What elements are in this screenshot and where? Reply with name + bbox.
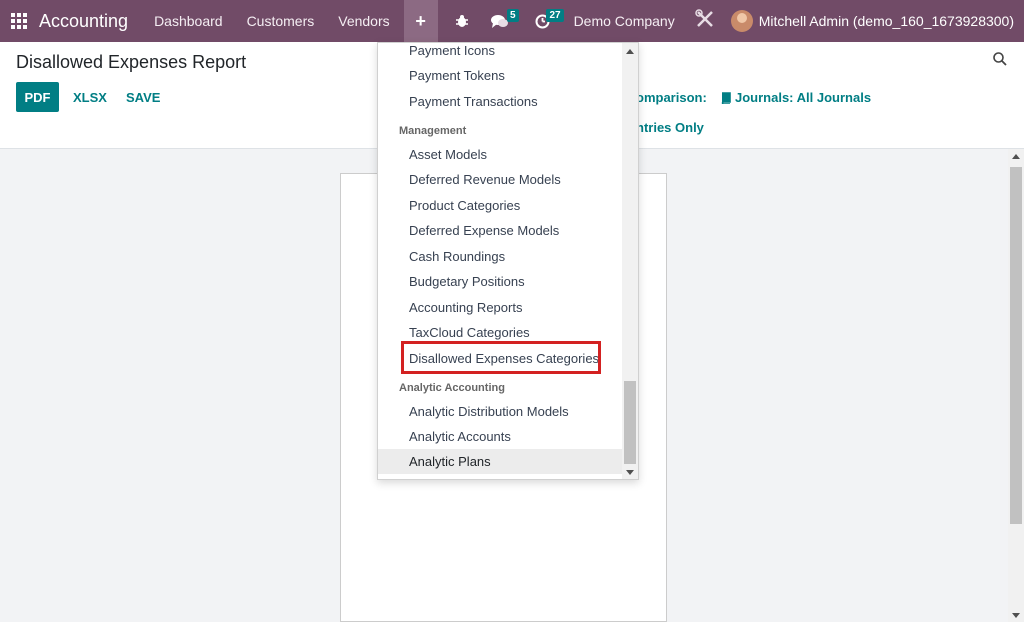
dropdown-scrollbar-thumb[interactable] [624, 381, 636, 464]
dropdown-item-budgetary-positions[interactable]: Budgetary Positions [378, 269, 622, 294]
scroll-down-arrow-icon[interactable] [1012, 613, 1020, 618]
dropdown-scrollbar[interactable] [622, 43, 638, 479]
debug-icon[interactable] [447, 0, 477, 42]
user-menu[interactable]: Mitchell Admin (demo_160_1673928300) [753, 13, 1024, 29]
scroll-up-arrow-icon[interactable] [1012, 154, 1020, 159]
dropdown-header-analytic-accounting: Analytic Accounting [399, 382, 505, 394]
pdf-button[interactable]: PDF [16, 82, 59, 112]
user-avatar[interactable] [730, 10, 753, 32]
comparison-filter[interactable]: omparison: [636, 90, 707, 105]
dropdown-header-management: Management [399, 125, 467, 137]
dropdown-item-asset-models[interactable]: Asset Models [378, 142, 622, 167]
page-title: Disallowed Expenses Report [16, 52, 247, 72]
journals-filter-label: Journals: All Journals [735, 90, 872, 105]
dropdown-item-accounting-reports[interactable]: Accounting Reports [378, 295, 622, 320]
menu-vendors[interactable]: Vendors [326, 0, 401, 42]
xlsx-button[interactable]: XLSX [73, 90, 107, 105]
apps-menu-icon[interactable] [11, 13, 27, 29]
activities-badge: 27 [546, 9, 564, 22]
dropdown-item-payment-icons[interactable]: Payment Icons [378, 43, 622, 63]
messages-badge: 5 [507, 9, 519, 22]
messages-icon[interactable]: 5 [483, 0, 519, 42]
menu-configuration-plus[interactable]: + [403, 0, 438, 42]
menu-dashboard[interactable]: Dashboard [142, 0, 235, 42]
entries-filter[interactable]: ntries Only [636, 120, 704, 135]
tools-icon[interactable] [685, 8, 725, 34]
dropdown-item-payment-tokens[interactable]: Payment Tokens [378, 63, 622, 88]
book-icon [721, 91, 731, 104]
company-switcher[interactable]: Demo Company [558, 13, 685, 29]
dropdown-scroll-down-icon[interactable] [626, 470, 634, 475]
dropdown-item-deferred-revenue-models[interactable]: Deferred Revenue Models [378, 167, 622, 192]
search-icon[interactable] [993, 52, 1007, 71]
dropdown-scroll-up-icon[interactable] [626, 49, 634, 54]
dropdown-item-deferred-expense-models[interactable]: Deferred Expense Models [378, 218, 622, 243]
highlight-annotation-box [401, 341, 601, 374]
journals-filter[interactable]: Journals: All Journals [720, 90, 871, 105]
navbar-systray: 5 27 Demo Company Mitchell Admin (demo_1… [447, 0, 1024, 42]
dropdown-item-analytic-plans[interactable]: Analytic Plans [378, 449, 622, 474]
dropdown-item-analytic-accounts[interactable]: Analytic Accounts [378, 424, 622, 449]
dropdown-item-analytic-distribution-models[interactable]: Analytic Distribution Models [378, 399, 622, 424]
dropdown-item-payment-transactions[interactable]: Payment Transactions [378, 89, 622, 114]
scrollbar-thumb[interactable] [1010, 167, 1022, 524]
app-name[interactable]: Accounting [39, 11, 128, 32]
activities-icon[interactable]: 27 [527, 0, 564, 42]
menu-customers[interactable]: Customers [235, 0, 327, 42]
page-scrollbar[interactable] [1008, 149, 1024, 622]
top-navbar: Accounting Dashboard Customers Vendors +… [0, 0, 1024, 42]
dropdown-item-product-categories[interactable]: Product Categories [378, 193, 622, 218]
dropdown-item-cash-roundings[interactable]: Cash Roundings [378, 244, 622, 269]
save-button[interactable]: SAVE [126, 90, 160, 105]
configuration-dropdown: Payment Icons Payment Tokens Payment Tra… [377, 42, 639, 480]
